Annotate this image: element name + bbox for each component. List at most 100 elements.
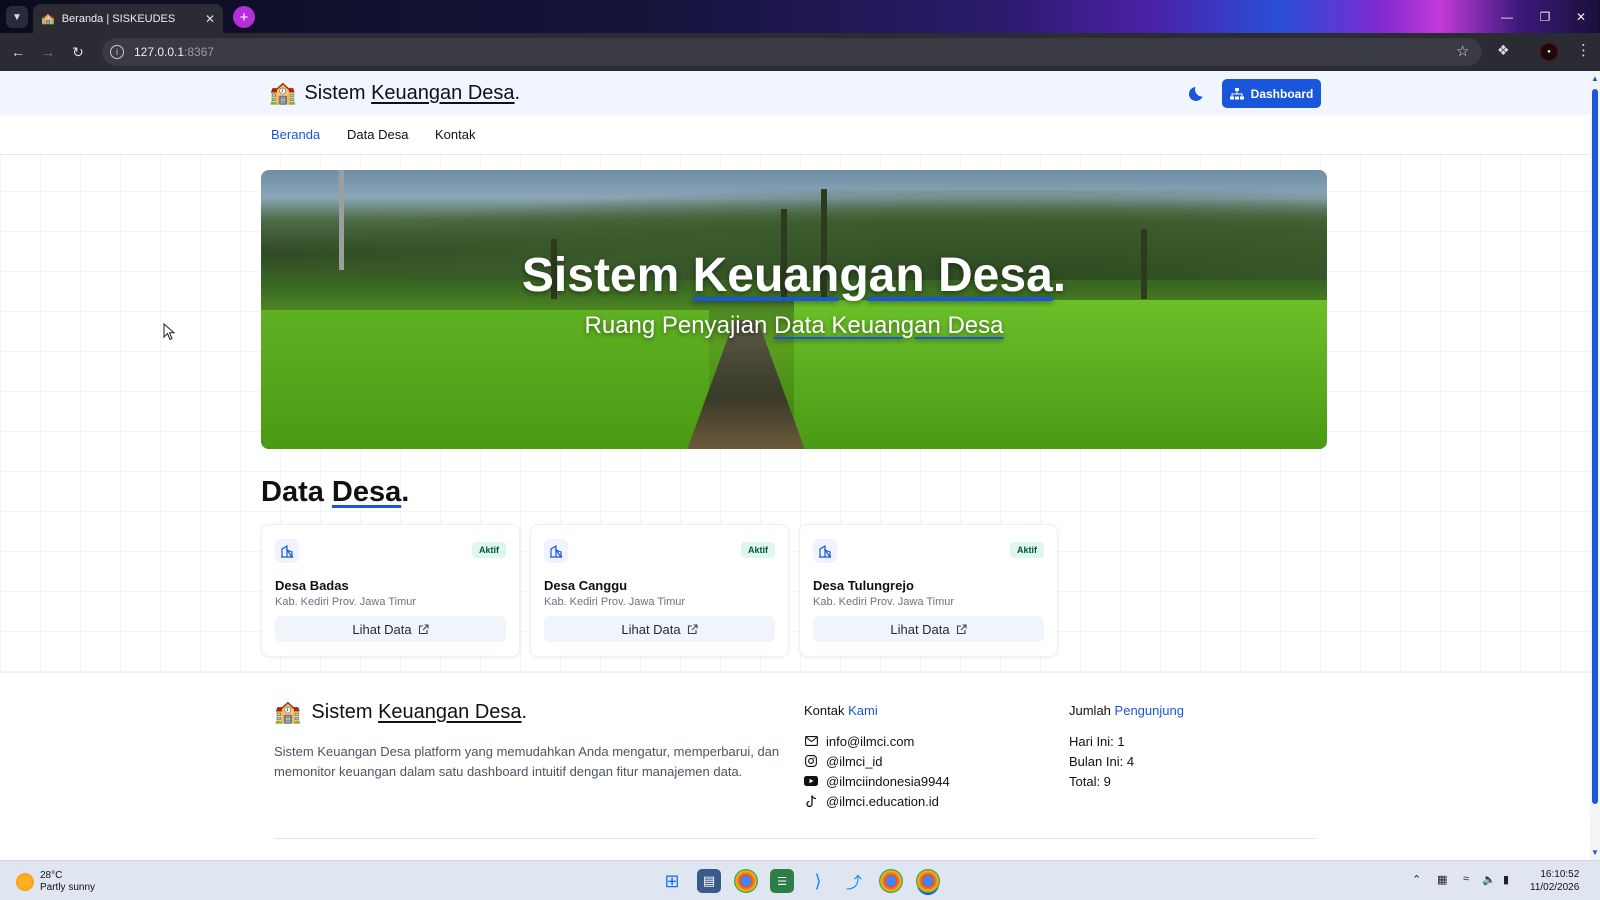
- page-viewport: 🏫 Sistem Keuangan Desa. Dashboard Berand…: [0, 71, 1590, 860]
- windows-taskbar: 28°C Partly sunny ⊞ ▤ ☰ ⟩ ⤴ ⌃ ▦ ≈ 🔈 ▮ 16…: [0, 860, 1600, 900]
- status-badge: Aktif: [1010, 542, 1044, 558]
- notepad-icon[interactable]: ☰: [770, 869, 794, 893]
- back-arrow-icon[interactable]: ←: [8, 42, 28, 62]
- visitors-total: Total: 9: [1069, 773, 1111, 789]
- file-explorer-icon[interactable]: ▤: [697, 869, 721, 893]
- page-scrollbar[interactable]: ▲ ▼: [1590, 71, 1600, 860]
- contact-instagram[interactable]: @ilmci_id: [804, 751, 950, 771]
- visitors-month: Bulan Ini: 4: [1069, 753, 1135, 769]
- contact-tiktok[interactable]: @ilmci.education.id: [804, 791, 950, 811]
- visitors-heading: Jumlah Pengunjung: [1069, 703, 1184, 718]
- dashboard-button[interactable]: Dashboard: [1222, 79, 1321, 108]
- url-input[interactable]: i 127.0.0.1:8367: [102, 38, 1482, 66]
- status-badge: Aktif: [472, 542, 506, 558]
- chrome-icon[interactable]: [734, 869, 758, 893]
- hero-banner: Sistem Keuangan Desa. Ruang Penyajian Da…: [261, 170, 1327, 449]
- village-card: Aktif Desa Tulungrejo Kab. Kediri Prov. …: [799, 524, 1058, 657]
- view-data-label: Lihat Data: [890, 621, 950, 637]
- weather-temp: 28°C: [40, 870, 63, 881]
- forward-arrow-icon[interactable]: →: [38, 42, 58, 62]
- url-port: :8367: [184, 45, 215, 59]
- site-brand: Sistem Keuangan Desa.: [304, 81, 521, 104]
- site-info-icon[interactable]: i: [110, 45, 124, 59]
- tiktok-icon: [804, 794, 818, 808]
- village-name: Desa Badas: [275, 578, 349, 593]
- visitors-today: Hari Ini: 1: [1069, 733, 1125, 749]
- site-header: 🏫 Sistem Keuangan Desa. Dashboard: [0, 71, 1590, 115]
- contact-heading: Kontak Kami: [804, 703, 878, 718]
- footer-description: Sistem Keuangan Desa platform yang memud…: [274, 744, 780, 779]
- nav-kontak[interactable]: Kontak: [435, 127, 475, 142]
- tray-app-icon[interactable]: ▦: [1437, 873, 1447, 886]
- battery-icon[interactable]: ▮: [1503, 873, 1509, 886]
- scrollbar-thumb[interactable]: [1592, 89, 1598, 804]
- chrome-active-icon[interactable]: [916, 869, 940, 893]
- building-icon: [275, 539, 299, 563]
- building-icon: [813, 539, 837, 563]
- volume-icon[interactable]: 🔈: [1482, 873, 1496, 886]
- vscode-icon[interactable]: ⟩: [806, 869, 830, 893]
- site-logo[interactable]: 🏫 Sistem Keuangan Desa.: [269, 80, 520, 106]
- dark-mode-moon-icon[interactable]: [1188, 83, 1208, 103]
- main-nav: Beranda Data Desa Kontak: [0, 115, 1590, 155]
- village-region: Kab. Kediri Prov. Jawa Timur: [813, 596, 955, 608]
- browser-tab-active[interactable]: 🏫 Beranda | SISKEUDES ✕: [33, 4, 223, 33]
- tab-favicon-icon: 🏫: [41, 13, 55, 25]
- footer-divider: [274, 838, 1316, 839]
- close-window-icon[interactable]: ✕: [1562, 0, 1600, 33]
- village-name: Desa Canggu: [544, 578, 628, 593]
- nav-beranda[interactable]: Beranda: [271, 127, 320, 142]
- extensions-puzzle-icon[interactable]: ❖: [1497, 42, 1510, 59]
- building-icon: [544, 539, 568, 563]
- reload-icon[interactable]: ↻: [68, 42, 88, 62]
- contact-email[interactable]: info@ilmci.com: [804, 731, 950, 751]
- instagram-icon: [804, 754, 818, 768]
- scroll-down-arrow-icon[interactable]: ▼: [1591, 848, 1599, 857]
- tab-search-chevron-icon[interactable]: ▼: [6, 6, 28, 28]
- dashboard-label: Dashboard: [1250, 86, 1314, 101]
- youtube-icon: [804, 774, 818, 788]
- view-data-button[interactable]: Lihat Data: [275, 616, 506, 642]
- visitor-stats: Hari Ini: 1 Bulan Ini: 4 Total: 9: [1069, 731, 1134, 791]
- village-region: Kab. Kediri Prov. Jawa Timur: [275, 596, 417, 608]
- url-host: 127.0.0.1: [134, 45, 185, 59]
- external-link-icon: [956, 623, 967, 634]
- bookmark-star-icon[interactable]: ☆: [1456, 42, 1469, 60]
- footer-brand: Sistem Keuangan Desa.: [311, 700, 528, 723]
- restore-icon[interactable]: ❐: [1526, 0, 1564, 33]
- browser-menu-icon[interactable]: ⋮: [1576, 41, 1591, 59]
- tab-close-icon[interactable]: ✕: [205, 12, 215, 26]
- weather-widget[interactable]: 28°C Partly sunny: [16, 870, 95, 894]
- village-name: Desa Tulungrejo: [813, 578, 914, 593]
- mouse-cursor-icon: [163, 323, 175, 341]
- minimize-icon[interactable]: —: [1488, 0, 1526, 33]
- view-data-label: Lihat Data: [621, 621, 681, 637]
- external-link-icon: [687, 623, 698, 634]
- profile-avatar-icon[interactable]: ●: [1540, 43, 1558, 61]
- address-bar: ← → ↻ i 127.0.0.1:8367 ☆ ❖ ● ⋮: [0, 33, 1600, 71]
- scroll-up-arrow-icon[interactable]: ▲: [1591, 74, 1599, 83]
- view-data-button[interactable]: Lihat Data: [813, 616, 1044, 642]
- section-title-data-desa: Data Desa.: [261, 476, 410, 508]
- status-badge: Aktif: [741, 542, 775, 558]
- tab-title: Beranda | SISKEUDES: [61, 12, 176, 25]
- village-region: Kab. Kediri Prov. Jawa Timur: [544, 596, 686, 608]
- browser-tab-strip: ▼ 🏫 Beranda | SISKEUDES ✕ + — ❐ ✕: [0, 0, 1600, 33]
- nav-data-desa[interactable]: Data Desa: [347, 127, 408, 142]
- share-app-icon[interactable]: ⤴: [842, 869, 866, 893]
- contact-youtube[interactable]: @ilmciindonesia9944: [804, 771, 950, 791]
- tray-overflow-chevron-icon[interactable]: ⌃: [1412, 873, 1421, 886]
- wifi-icon[interactable]: ≈: [1463, 873, 1469, 885]
- sitemap-icon: [1229, 87, 1244, 99]
- view-data-label: Lihat Data: [352, 621, 412, 637]
- system-clock[interactable]: 16:10:52 11/02/2026: [1530, 868, 1579, 894]
- view-data-button[interactable]: Lihat Data: [544, 616, 775, 642]
- clock-date: 11/02/2026: [1530, 882, 1580, 893]
- hero-title: Sistem Keuangan Desa.: [521, 249, 1067, 302]
- windows-start-icon[interactable]: ⊞: [660, 869, 684, 893]
- hero-subtitle: Ruang Penyajian Data Keuangan Desa: [584, 312, 1004, 339]
- village-card: Aktif Desa Badas Kab. Kediri Prov. Jawa …: [261, 524, 520, 657]
- chrome-profile-icon[interactable]: [879, 869, 903, 893]
- site-footer: 🏫 Sistem Keuangan Desa. Sistem Keuangan …: [0, 672, 1590, 860]
- new-tab-button[interactable]: +: [233, 6, 255, 28]
